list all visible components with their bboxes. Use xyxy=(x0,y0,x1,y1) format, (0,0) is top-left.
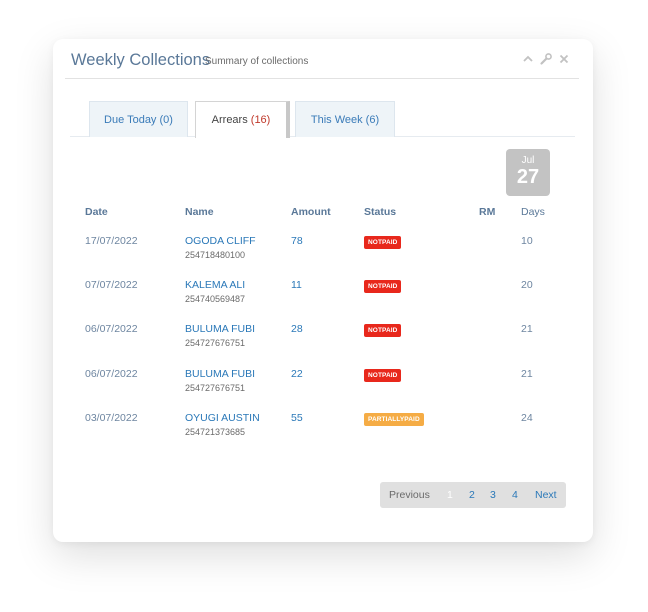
row-name-link[interactable]: OYUGI AUSTIN xyxy=(185,412,260,424)
pagination-page-3[interactable]: 3 xyxy=(490,489,496,501)
row-name-link[interactable]: OGODA CLIFF xyxy=(185,235,256,247)
weekly-collections-widget: Weekly Collections Summary of collection… xyxy=(53,39,593,542)
tab-label: This Week (6) xyxy=(310,114,380,126)
row-phone: 254727676751 xyxy=(185,383,246,393)
widget-subtitle: Summary of collections xyxy=(205,56,309,67)
tab-label: Due Today (0) xyxy=(104,114,173,126)
table-row: 06/07/2022 BULUMA FUBI 254727676751 28 N… xyxy=(53,323,593,367)
date-badge-month: Jul xyxy=(521,155,535,166)
column-header-name[interactable]: Name xyxy=(185,206,214,218)
status-badge: NOTPAID xyxy=(364,369,402,382)
tab-this-week[interactable]: This Week (6) xyxy=(295,101,395,137)
wrench-icon[interactable] xyxy=(539,52,553,66)
row-amount: 28 xyxy=(291,323,303,335)
table-row: 03/07/2022 OYUGI AUSTIN 254721373685 55 … xyxy=(53,412,593,456)
row-amount: 22 xyxy=(291,368,303,380)
row-amount: 11 xyxy=(291,279,302,291)
row-status: NOTPAID xyxy=(364,368,402,382)
status-badge: PARTIALLYPAID xyxy=(364,413,424,426)
pagination: Previous 1 2 3 4 Next xyxy=(380,482,566,508)
row-amount: 78 xyxy=(291,235,303,247)
row-phone: 254727676751 xyxy=(185,338,246,348)
tab-due-today[interactable]: Due Today (0) xyxy=(89,101,188,137)
row-days: 10 xyxy=(521,235,533,247)
status-badge: NOTPAID xyxy=(364,324,402,337)
row-status: NOTPAID xyxy=(364,323,402,337)
tab-arrears[interactable]: Arrears (16) xyxy=(195,101,290,138)
table-row: 07/07/2022 KALEMA ALI 254740569487 11 NO… xyxy=(53,279,593,323)
row-date: 06/07/2022 xyxy=(85,368,138,380)
date-badge-day: 27 xyxy=(516,166,540,188)
column-header-amount[interactable]: Amount xyxy=(291,206,331,218)
tab-count: (16) xyxy=(250,114,271,126)
row-days: 20 xyxy=(521,279,533,291)
pagination-page-4[interactable]: 4 xyxy=(512,489,518,501)
pagination-previous[interactable]: Previous xyxy=(389,489,430,501)
column-header-days[interactable]: Days xyxy=(521,206,545,218)
row-name-link[interactable]: KALEMA ALI xyxy=(185,279,245,291)
column-header-date[interactable]: Date xyxy=(85,206,108,218)
row-date: 17/07/2022 xyxy=(85,235,138,247)
pagination-next[interactable]: Next xyxy=(535,489,557,501)
row-phone: 254740569487 xyxy=(185,294,246,304)
status-badge: NOTPAID xyxy=(364,280,402,293)
widget-title: Weekly Collections xyxy=(71,51,211,69)
row-status: NOTPAID xyxy=(364,279,402,293)
table-row: 17/07/2022 OGODA CLIFF 254718480100 78 N… xyxy=(53,235,593,279)
column-header-status[interactable]: Status xyxy=(364,206,396,218)
widget-header: Weekly Collections Summary of collection… xyxy=(65,39,579,79)
pagination-page-1[interactable]: 1 xyxy=(447,489,453,501)
tab-label: Arrears xyxy=(211,114,251,126)
row-days: 21 xyxy=(521,323,533,335)
row-date: 06/07/2022 xyxy=(85,323,138,335)
chevron-up-icon[interactable] xyxy=(521,52,535,66)
date-badge: Jul 27 xyxy=(506,149,550,196)
row-phone: 254721373685 xyxy=(185,427,246,437)
row-days: 21 xyxy=(521,368,533,380)
pagination-page-2[interactable]: 2 xyxy=(469,489,475,501)
table-row: 06/07/2022 BULUMA FUBI 254727676751 22 N… xyxy=(53,368,593,412)
row-status: NOTPAID xyxy=(364,235,402,249)
row-date: 07/07/2022 xyxy=(85,279,138,291)
column-header-rm[interactable]: RM xyxy=(479,206,495,218)
row-amount: 55 xyxy=(291,412,303,424)
row-name-link[interactable]: BULUMA FUBI xyxy=(185,368,255,380)
row-name-link[interactable]: BULUMA FUBI xyxy=(185,323,255,335)
row-date: 03/07/2022 xyxy=(85,412,138,424)
status-badge: NOTPAID xyxy=(364,236,402,249)
row-phone: 254718480100 xyxy=(185,250,246,260)
close-icon[interactable] xyxy=(557,52,571,66)
row-status: PARTIALLYPAID xyxy=(364,412,424,426)
row-days: 24 xyxy=(521,412,533,424)
